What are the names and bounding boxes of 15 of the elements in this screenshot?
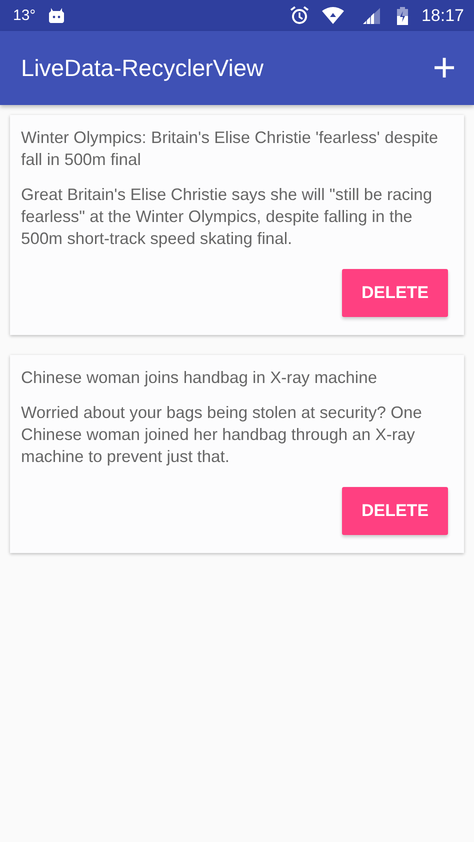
card-body: Worried about your bags being stolen at security? One Chinese woman joined her handbag through an X-ray machine to prevent just that. bbox=[21, 402, 423, 468]
card-body: Great Britain's Elise Christie says she will "still be racing fearless" at the Winter Olympics, despite falling in the 500m short-track speed skating final. bbox=[21, 184, 434, 250]
delete-button[interactable]: DELETE bbox=[342, 487, 448, 535]
signal-icon bbox=[363, 8, 380, 24]
temperature: 13° bbox=[13, 7, 36, 24]
delete-button[interactable]: DELETE bbox=[342, 269, 448, 317]
wifi-icon bbox=[322, 7, 344, 24]
battery-icon bbox=[397, 6, 408, 24]
clock: 18:17 bbox=[421, 6, 464, 26]
app-title: LiveData-RecyclerView bbox=[21, 54, 264, 82]
android-icon bbox=[48, 8, 65, 23]
card-title: Winter Olympics: Britain's Elise Christie 'fearless' despite fall in 500m final bbox=[21, 127, 440, 171]
alarm-icon bbox=[290, 6, 310, 25]
card-title: Chinese woman joins handbag in X-ray machine bbox=[21, 367, 378, 389]
add-button[interactable]: + bbox=[426, 48, 462, 88]
